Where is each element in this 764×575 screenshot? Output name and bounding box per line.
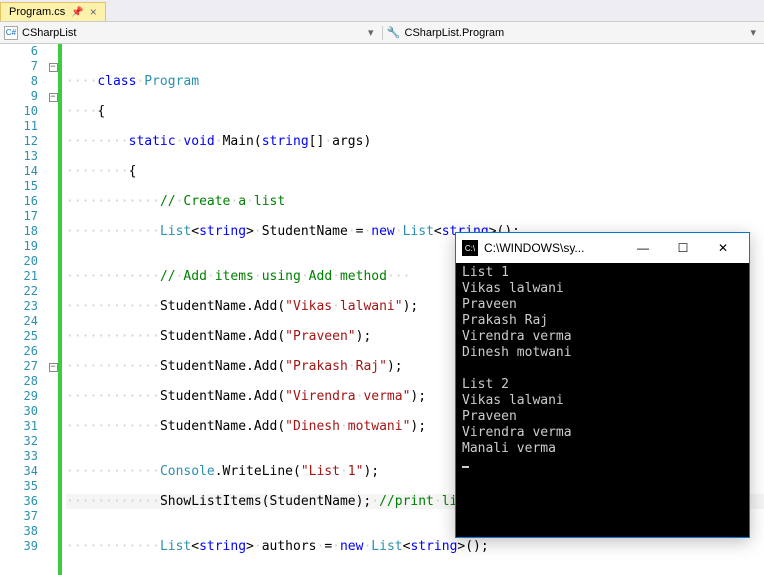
line-number: 8	[0, 74, 38, 89]
chevron-down-icon: ▾	[364, 26, 378, 39]
line-number: 39	[0, 539, 38, 554]
line-number: 20	[0, 254, 38, 269]
chevron-down-icon: ▾	[746, 26, 760, 39]
tab-label: Program.cs	[9, 6, 65, 18]
wrench-icon: 🔧	[387, 26, 401, 40]
console-output[interactable]: List 1 Vikas lalwani Praveen Prakash Raj…	[456, 263, 749, 537]
maximize-button[interactable]: ☐	[663, 234, 703, 262]
class-dropdown[interactable]: 🔧 CSharpList.Program ▾	[382, 26, 764, 40]
line-number: 23	[0, 299, 38, 314]
pin-icon[interactable]: 📌	[71, 7, 83, 18]
tab-bar: Program.cs 📌 ×	[0, 0, 764, 22]
line-number: 31	[0, 419, 38, 434]
line-number: 32	[0, 434, 38, 449]
line-number: 25	[0, 329, 38, 344]
line-number: 27	[0, 359, 38, 374]
fold-icon[interactable]: −	[49, 63, 58, 72]
fold-column: − − −	[48, 44, 62, 575]
close-button[interactable]: ✕	[703, 234, 743, 262]
class-label: CSharpList.Program	[405, 27, 505, 39]
line-number: 14	[0, 164, 38, 179]
console-window[interactable]: C:\ C:\WINDOWS\sy... — ☐ ✕ List 1 Vikas …	[455, 232, 750, 538]
csharp-icon: C#	[4, 26, 18, 40]
file-tab[interactable]: Program.cs 📌 ×	[0, 2, 106, 21]
namespace-label: CSharpList	[22, 27, 76, 39]
close-icon[interactable]: ×	[90, 5, 97, 19]
line-number: 7	[0, 59, 38, 74]
line-number: 34	[0, 464, 38, 479]
line-number: 37	[0, 509, 38, 524]
line-number: 16	[0, 194, 38, 209]
line-number: 11	[0, 119, 38, 134]
line-number: 13	[0, 149, 38, 164]
line-number: 6	[0, 44, 38, 59]
console-titlebar[interactable]: C:\ C:\WINDOWS\sy... — ☐ ✕	[456, 233, 749, 263]
line-number: 26	[0, 344, 38, 359]
nav-bar: C# CSharpList ▾ 🔧 CSharpList.Program ▾	[0, 22, 764, 44]
line-number: 17	[0, 209, 38, 224]
line-number: 24	[0, 314, 38, 329]
line-number: 9	[0, 89, 38, 104]
line-number: 28	[0, 374, 38, 389]
minimize-button[interactable]: —	[623, 234, 663, 262]
line-number: 36	[0, 494, 38, 509]
cursor-icon	[462, 466, 469, 468]
line-number: 35	[0, 479, 38, 494]
cmd-icon: C:\	[462, 240, 478, 256]
line-number: 10	[0, 104, 38, 119]
line-gutter: 6 7 8 9 10 11 12 13 14 15 16 17 18 19 20…	[0, 44, 48, 575]
line-number: 29	[0, 389, 38, 404]
line-number: 12	[0, 134, 38, 149]
line-number: 19	[0, 239, 38, 254]
console-title: C:\WINDOWS\sy...	[484, 241, 623, 255]
fold-icon[interactable]: −	[49, 363, 58, 372]
line-number: 21	[0, 269, 38, 284]
line-number: 33	[0, 449, 38, 464]
fold-icon[interactable]: −	[49, 93, 58, 102]
namespace-dropdown[interactable]: C# CSharpList ▾	[0, 26, 382, 40]
line-number: 22	[0, 284, 38, 299]
line-number: 30	[0, 404, 38, 419]
line-number: 38	[0, 524, 38, 539]
line-number: 18	[0, 224, 38, 239]
line-number: 15	[0, 179, 38, 194]
